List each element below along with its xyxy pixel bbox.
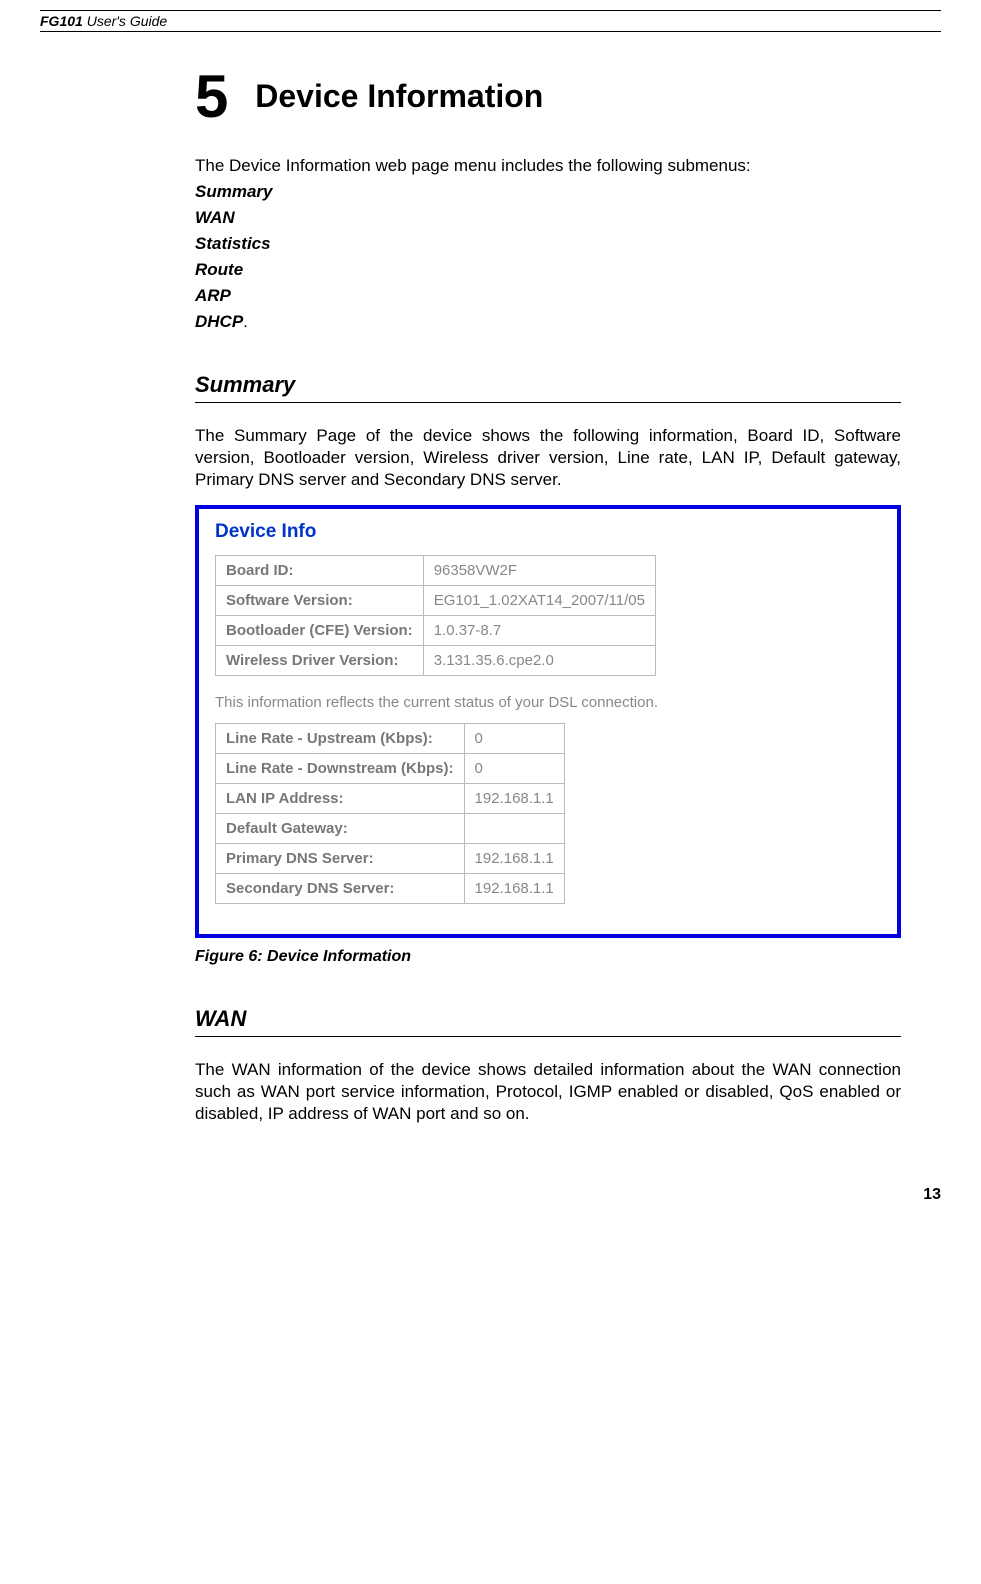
info-value: 0 (464, 724, 564, 754)
submenu-route: Route (195, 260, 901, 280)
table-row: Default Gateway: (216, 814, 565, 844)
table-row: Software Version: EG101_1.02XAT14_2007/1… (216, 586, 656, 616)
device-info-table1: Board ID: 96358VW2F Software Version: EG… (215, 555, 656, 676)
info-value: 192.168.1.1 (464, 844, 564, 874)
page-header: FG101 User's Guide (40, 10, 941, 32)
info-label: Wireless Driver Version: (216, 646, 424, 676)
info-label: Secondary DNS Server: (216, 874, 465, 904)
info-label: Bootloader (CFE) Version: (216, 616, 424, 646)
info-label: Primary DNS Server: (216, 844, 465, 874)
table-row: Line Rate - Downstream (Kbps): 0 (216, 754, 565, 784)
info-label: Board ID: (216, 556, 424, 586)
dsl-note: This information reflects the current st… (215, 694, 881, 711)
chapter-number: 5 (195, 63, 228, 130)
submenu-wan: WAN (195, 208, 901, 228)
info-value: EG101_1.02XAT14_2007/11/05 (423, 586, 655, 616)
info-label: Line Rate - Downstream (Kbps): (216, 754, 465, 784)
section-summary-title: Summary (195, 372, 901, 403)
section-wan-text: The WAN information of the device shows … (195, 1059, 901, 1125)
table-row: Board ID: 96358VW2F (216, 556, 656, 586)
submenu-dhcp: DHCP. (195, 312, 901, 332)
info-label: Software Version: (216, 586, 424, 616)
page-number: 13 (40, 1186, 941, 1204)
device-info-table2: Line Rate - Upstream (Kbps): 0 Line Rate… (215, 723, 565, 904)
submenu-statistics: Statistics (195, 234, 901, 254)
table-row: Secondary DNS Server: 192.168.1.1 (216, 874, 565, 904)
section-summary-text: The Summary Page of the device shows the… (195, 425, 901, 491)
header-product: FG101 (40, 13, 83, 29)
table-row: Primary DNS Server: 192.168.1.1 (216, 844, 565, 874)
info-value: 0 (464, 754, 564, 784)
table-row: Line Rate - Upstream (Kbps): 0 (216, 724, 565, 754)
table-row: Bootloader (CFE) Version: 1.0.37-8.7 (216, 616, 656, 646)
info-label: Line Rate - Upstream (Kbps): (216, 724, 465, 754)
intro-text: The Device Information web page menu inc… (195, 156, 901, 176)
device-info-box: Device Info Board ID: 96358VW2F Software… (195, 505, 901, 938)
content: 5 Device Information The Device Informat… (195, 62, 901, 1126)
info-value: 1.0.37-8.7 (423, 616, 655, 646)
submenu-summary: Summary (195, 182, 901, 202)
chapter-text: Device Information (255, 78, 543, 114)
table-row: LAN IP Address: 192.168.1.1 (216, 784, 565, 814)
device-info-title: Device Info (215, 521, 881, 543)
info-label: LAN IP Address: (216, 784, 465, 814)
table-row: Wireless Driver Version: 3.131.35.6.cpe2… (216, 646, 656, 676)
info-label: Default Gateway: (216, 814, 465, 844)
info-value: 3.131.35.6.cpe2.0 (423, 646, 655, 676)
info-value: 192.168.1.1 (464, 874, 564, 904)
info-value: 192.168.1.1 (464, 784, 564, 814)
figure-caption: Figure 6: Device Information (195, 948, 901, 966)
submenu-arp: ARP (195, 286, 901, 306)
info-value: 96358VW2F (423, 556, 655, 586)
section-wan-title: WAN (195, 1006, 901, 1037)
header-guide: User's Guide (83, 13, 167, 29)
chapter-title: 5 Device Information (195, 62, 901, 131)
info-value (464, 814, 564, 844)
